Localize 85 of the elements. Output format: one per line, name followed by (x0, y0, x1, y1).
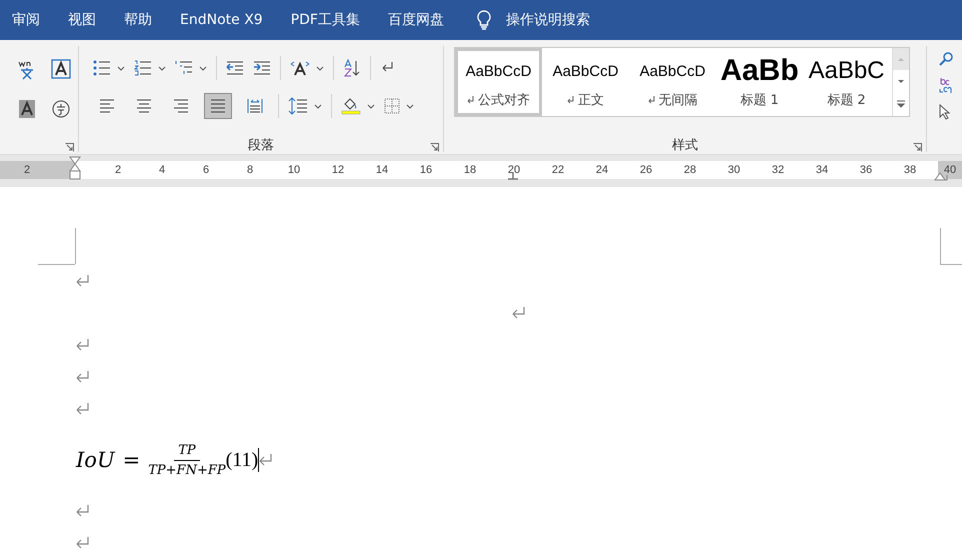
ruler-number: 36 (860, 164, 872, 176)
bordered-letter-icon[interactable] (51, 59, 71, 79)
ruler-number: 26 (640, 164, 652, 176)
group-label: 样式 (671, 137, 699, 154)
style-item[interactable]: AaBbCcD 公式对齐 (455, 48, 542, 116)
caret-icon[interactable] (158, 66, 166, 70)
return-mark-icon (467, 96, 474, 104)
search-icon[interactable] (939, 52, 953, 66)
tab-stop-icon[interactable] (508, 172, 518, 180)
return-mark-icon (76, 537, 89, 549)
tell-me-search[interactable]: 操作说明搜索 (476, 10, 590, 30)
equation-variable: IoU (76, 448, 115, 472)
group-label: 段落 (247, 137, 275, 154)
return-mark-icon (567, 96, 574, 104)
lightbulb-icon (476, 10, 492, 30)
caret-icon[interactable] (316, 66, 324, 70)
align-left-icon (99, 99, 115, 113)
increase-indent-icon[interactable] (253, 61, 271, 75)
return-mark-icon (648, 96, 654, 104)
return-mark-icon (76, 339, 89, 351)
dialog-launcher-icon[interactable] (430, 143, 439, 152)
ruler-number: 40 (944, 164, 956, 176)
ruler-number: 22 (552, 164, 564, 176)
caret-icon[interactable] (117, 66, 125, 70)
ruler-number: 14 (376, 164, 388, 176)
fraction-denominator: TP+FN+FP (148, 462, 226, 478)
dialog-launcher-icon[interactable] (65, 143, 74, 152)
justify-icon (210, 99, 226, 113)
cursor-icon[interactable] (939, 104, 951, 120)
align-right-icon (173, 99, 189, 113)
align-center-icon (136, 99, 152, 113)
menu-tab[interactable]: 审阅 (12, 11, 40, 29)
dialog-launcher-icon[interactable] (913, 143, 922, 152)
ruler-number: 12 (332, 164, 344, 176)
ruler-number: 2 (114, 164, 122, 176)
letter-spacing-icon[interactable] (290, 60, 310, 76)
multilevel-list-icon[interactable] (175, 60, 193, 76)
equation-number: (11) (226, 448, 258, 472)
style-item[interactable]: AaBbCcD 正文 (542, 48, 629, 116)
equals-sign: = (122, 448, 140, 472)
ruler-number: 24 (596, 164, 608, 176)
caret-icon[interactable] (367, 104, 375, 108)
menu-tab[interactable]: 视图 (68, 11, 96, 29)
menu-tab[interactable]: 百度网盘 (388, 11, 444, 29)
ruler-number: 28 (684, 164, 696, 176)
caret-icon[interactable] (314, 104, 322, 108)
ruler-number: 34 (816, 164, 828, 176)
text-cursor (258, 448, 260, 472)
decrease-indent-icon[interactable] (226, 61, 244, 75)
borders-icon[interactable] (384, 98, 400, 114)
ruler-number: 20 (508, 164, 520, 176)
style-item[interactable]: AaBbC 标题 2 (803, 48, 890, 116)
return-mark-icon (259, 454, 272, 466)
shaded-letter-icon[interactable] (19, 100, 35, 118)
ruler-number: 16 (420, 164, 432, 176)
menu-tab[interactable]: EndNote X9 (180, 12, 263, 28)
menu-tab[interactable]: 帮助 (124, 11, 152, 29)
ruler-number: 6 (202, 164, 210, 176)
return-mark-icon (76, 371, 89, 383)
return-mark-icon (76, 403, 89, 415)
circled-character-icon[interactable] (52, 100, 70, 118)
caret-icon[interactable] (199, 66, 207, 70)
distributed-icon (247, 99, 263, 113)
return-mark-icon (76, 275, 89, 287)
style-item[interactable]: AaBbCcD 无间隔 (629, 48, 716, 116)
ruler-number: 18 (464, 164, 476, 176)
fraction-numerator: TP (174, 442, 200, 460)
ruler-number: 32 (772, 164, 784, 176)
return-mark-icon (76, 505, 89, 517)
return-mark-icon (512, 307, 525, 319)
ruler-number: 4 (158, 164, 166, 176)
line-spacing-icon[interactable] (288, 97, 308, 115)
numbered-list-icon[interactable] (134, 60, 152, 76)
menu-tab[interactable]: PDF工具集 (290, 11, 360, 29)
ruler-number: 30 (728, 164, 740, 176)
ruler-number: 10 (288, 164, 300, 176)
sort-icon[interactable] (343, 59, 361, 77)
bullet-list-icon[interactable] (93, 60, 111, 76)
style-item[interactable]: AaBb 标题 1 (716, 48, 803, 116)
alignment-button[interactable] (204, 93, 232, 119)
ruler-number: 8 (246, 164, 254, 176)
caret-icon[interactable] (406, 104, 414, 108)
shading-bucket-icon[interactable] (341, 96, 361, 116)
ruler-number: 2 (24, 164, 30, 176)
ruler-number: 38 (904, 164, 916, 176)
